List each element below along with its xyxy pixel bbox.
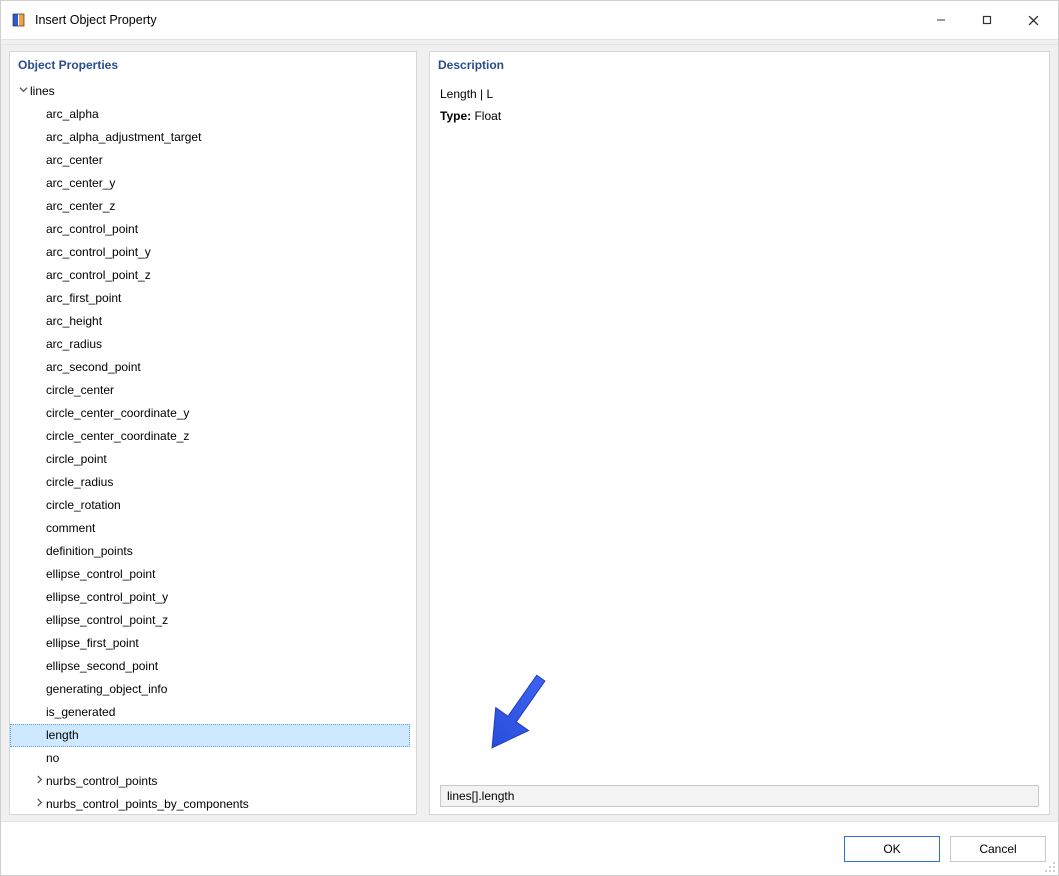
- tree-item-label: arc_second_point: [46, 356, 141, 379]
- dialog-footer: OK Cancel: [1, 821, 1058, 875]
- tree-item-label: arc_control_point_y: [46, 241, 151, 264]
- tree-item[interactable]: ellipse_control_point: [10, 563, 410, 586]
- tree-item[interactable]: ellipse_second_point: [10, 655, 410, 678]
- tree-item-label: lines: [30, 80, 55, 103]
- tree-item-label: arc_center_y: [46, 172, 115, 195]
- tree-item[interactable]: arc_second_point: [10, 356, 410, 379]
- tree-item-label: arc_center: [46, 149, 103, 172]
- type-label: Type:: [440, 109, 471, 123]
- tree-root-lines[interactable]: lines: [10, 80, 410, 103]
- tree-item-label: arc_center_z: [46, 195, 115, 218]
- tree-item[interactable]: arc_center_z: [10, 195, 410, 218]
- tree-item[interactable]: circle_center_coordinate_y: [10, 402, 410, 425]
- tree-item[interactable]: circle_radius: [10, 471, 410, 494]
- type-value: Float: [474, 109, 501, 123]
- maximize-button[interactable]: [964, 5, 1010, 35]
- tree-item[interactable]: comment: [10, 517, 410, 540]
- tree-item[interactable]: nurbs_control_points_by_components: [10, 793, 410, 814]
- tree-item[interactable]: nurbs_control_points: [10, 770, 410, 793]
- tree-item[interactable]: ellipse_first_point: [10, 632, 410, 655]
- chevron-down-icon[interactable]: [16, 80, 30, 103]
- tree-item[interactable]: arc_center: [10, 149, 410, 172]
- tree-item-label: is_generated: [46, 701, 115, 724]
- cancel-button[interactable]: Cancel: [950, 836, 1046, 862]
- tree-item[interactable]: arc_control_point: [10, 218, 410, 241]
- tree-item-label: arc_first_point: [46, 287, 121, 310]
- chevron-right-icon[interactable]: [32, 770, 46, 793]
- description-panel: Description Length | L Type: Float: [429, 51, 1050, 815]
- tree-item-label: nurbs_control_points: [46, 770, 157, 793]
- tree-item-label: circle_center: [46, 379, 114, 402]
- tree-item[interactable]: ellipse_control_point_z: [10, 609, 410, 632]
- property-tree[interactable]: lines arc_alpha arc_alpha_adjustment_tar…: [10, 78, 416, 814]
- window-title: Insert Object Property: [35, 13, 157, 27]
- tree-item[interactable]: arc_first_point: [10, 287, 410, 310]
- tree-item-label: arc_height: [46, 310, 102, 333]
- description-type: Type: Float: [440, 106, 1039, 128]
- tree-item-label: nurbs_control_points_by_components: [46, 793, 249, 814]
- tree-item[interactable]: generating_object_info: [10, 678, 410, 701]
- tree-item-label: arc_control_point_z: [46, 264, 151, 287]
- tree-item[interactable]: arc_alpha_adjustment_target: [10, 126, 410, 149]
- tree-item-label: no: [46, 747, 59, 770]
- tree-item[interactable]: arc_alpha: [10, 103, 410, 126]
- tree-item-label: comment: [46, 517, 95, 540]
- tree-item[interactable]: arc_control_point_y: [10, 241, 410, 264]
- tree-item-label: circle_radius: [46, 471, 113, 494]
- tree-item-label: arc_control_point: [46, 218, 138, 241]
- minimize-button[interactable]: [918, 5, 964, 35]
- tree-item[interactable]: arc_height: [10, 310, 410, 333]
- tree-item-label: ellipse_control_point_y: [46, 586, 168, 609]
- dialog-window: Insert Object Property Object Properties…: [0, 0, 1059, 876]
- property-path-input[interactable]: [440, 785, 1039, 807]
- titlebar[interactable]: Insert Object Property: [1, 1, 1058, 39]
- tree-item-label: ellipse_first_point: [46, 632, 139, 655]
- tree-item[interactable]: circle_point: [10, 448, 410, 471]
- tree-item-label: definition_points: [46, 540, 133, 563]
- tree-item[interactable]: arc_radius: [10, 333, 410, 356]
- tree-item-label: arc_alpha: [46, 103, 99, 126]
- tree-item-label: ellipse_control_point_z: [46, 609, 168, 632]
- tree-item[interactable]: arc_control_point_z: [10, 264, 410, 287]
- ok-button[interactable]: OK: [844, 836, 940, 862]
- tree-item-label: length: [46, 724, 79, 747]
- tree-item[interactable]: circle_center_coordinate_z: [10, 425, 410, 448]
- close-button[interactable]: [1010, 5, 1056, 35]
- object-properties-header: Object Properties: [10, 52, 416, 78]
- annotation-arrow-icon: [480, 665, 550, 765]
- tree-item-label: generating_object_info: [46, 678, 167, 701]
- tree-item[interactable]: no: [10, 747, 410, 770]
- tree-item-label: circle_center_coordinate_z: [46, 425, 189, 448]
- app-icon: [11, 12, 27, 28]
- tree-item[interactable]: is_generated: [10, 701, 410, 724]
- tree-item-label: ellipse_second_point: [46, 655, 158, 678]
- tree-item-label: circle_point: [46, 448, 107, 471]
- tree-item-label: ellipse_control_point: [46, 563, 155, 586]
- object-properties-panel: Object Properties lines arc_alpha arc_al…: [9, 51, 417, 815]
- tree-item[interactable]: circle_rotation: [10, 494, 410, 517]
- chevron-right-icon[interactable]: [32, 793, 46, 814]
- resize-grip-icon[interactable]: [1042, 859, 1056, 873]
- tree-item[interactable]: definition_points: [10, 540, 410, 563]
- description-text: Length | L: [440, 84, 1039, 106]
- description-header: Description: [430, 52, 1049, 78]
- tree-item[interactable]: circle_center: [10, 379, 410, 402]
- tree-item-label: arc_alpha_adjustment_target: [46, 126, 201, 149]
- content-area: Object Properties lines arc_alpha arc_al…: [1, 45, 1058, 821]
- tree-item-label: circle_rotation: [46, 494, 121, 517]
- tree-item[interactable]: ellipse_control_point_y: [10, 586, 410, 609]
- tree-item-label: arc_radius: [46, 333, 102, 356]
- tree-item[interactable]: arc_center_y: [10, 172, 410, 195]
- tree-item[interactable]: length: [10, 724, 410, 747]
- tree-item-label: circle_center_coordinate_y: [46, 402, 189, 425]
